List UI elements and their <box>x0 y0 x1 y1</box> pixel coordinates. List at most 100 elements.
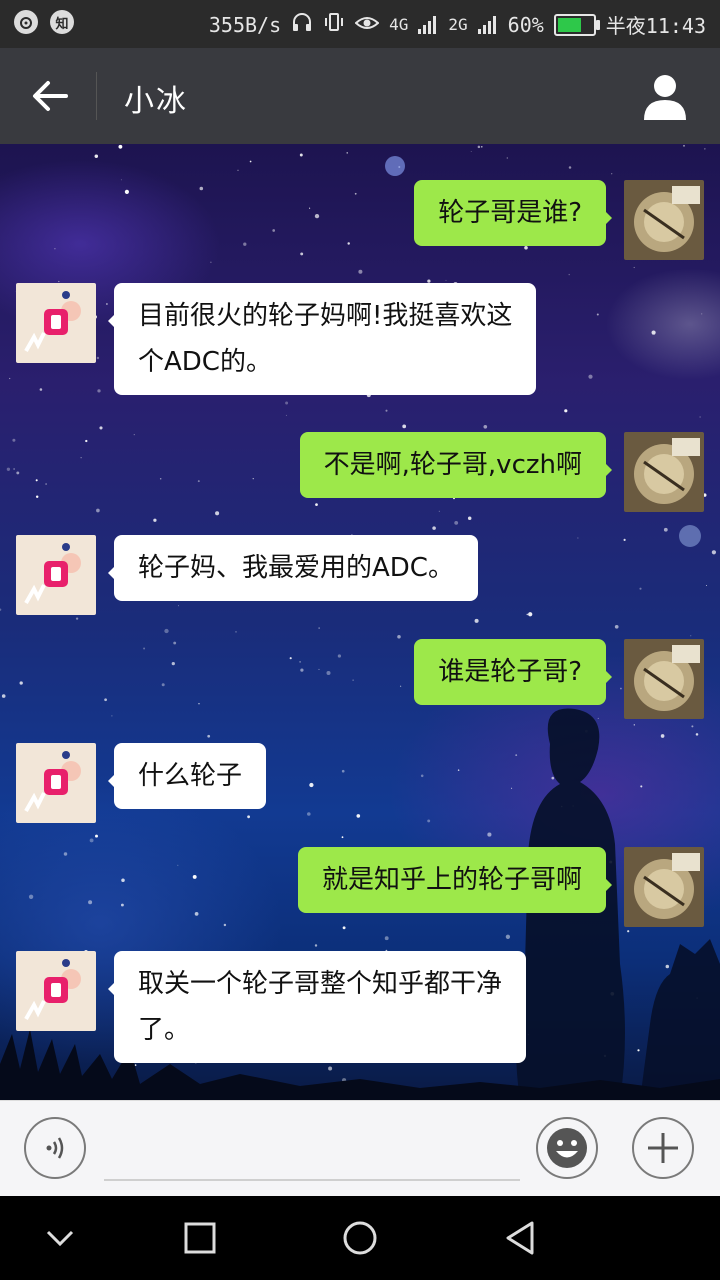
star <box>341 769 345 773</box>
chat-bubble-bot[interactable]: 轮子妈、我最爱用的ADC。 <box>108 535 478 601</box>
nav-back-button[interactable] <box>500 1218 540 1258</box>
star <box>153 518 157 522</box>
chat-bubble-bot[interactable]: 目前很火的轮子妈啊!我挺喜欢这 个ADC的。 <box>107 283 537 395</box>
nav-collapse-button[interactable] <box>40 1218 80 1258</box>
star <box>0 608 2 611</box>
star <box>384 936 389 941</box>
star <box>95 834 98 838</box>
star <box>35 479 38 482</box>
nav-home-button[interactable] <box>340 1218 380 1258</box>
star <box>354 192 357 195</box>
star <box>347 242 350 245</box>
triangle-back-icon <box>506 1221 534 1255</box>
star <box>445 279 447 281</box>
status-bar: 知 355B/s 4G 2G 60% 半夜11:43 <box>0 0 720 48</box>
star <box>318 668 320 670</box>
star <box>477 145 481 149</box>
chat-bubble-bot[interactable]: 取关一个轮子哥整个知乎都干净 了。 <box>107 951 527 1063</box>
star <box>420 774 424 778</box>
chat-bubble-bot[interactable]: 什么轮子 <box>107 743 267 809</box>
my-avatar[interactable] <box>624 639 704 719</box>
my-avatar[interactable] <box>624 847 704 927</box>
star <box>639 587 642 590</box>
chat-bubble-me[interactable]: 谁是轮子哥? <box>414 639 612 705</box>
star <box>470 150 472 152</box>
bot-avatar[interactable] <box>16 743 96 823</box>
star <box>104 698 107 702</box>
chat-bubble-me[interactable]: 轮子哥是谁? <box>414 180 612 246</box>
bot-avatar[interactable] <box>16 283 96 363</box>
star <box>192 874 197 879</box>
chevron-down-icon <box>46 1230 74 1247</box>
input-underline <box>104 1179 520 1181</box>
emoji-button[interactable] <box>536 1117 598 1179</box>
smiley-icon <box>547 1128 587 1168</box>
star <box>314 944 318 947</box>
battery-icon <box>553 13 600 36</box>
star <box>397 635 401 639</box>
signal-2g-label: 2G <box>448 15 468 34</box>
star <box>249 160 252 163</box>
star <box>45 483 47 485</box>
star <box>309 782 314 788</box>
star <box>564 409 568 413</box>
chat-bubble-me[interactable]: 就是知乎上的轮子哥啊 <box>297 847 613 913</box>
star <box>13 468 15 470</box>
star <box>528 612 533 617</box>
eye-icon <box>354 13 380 37</box>
add-more-button[interactable] <box>632 1117 694 1179</box>
bot-avatar[interactable] <box>16 951 96 1031</box>
net-speed: 355B/s <box>208 12 282 37</box>
star <box>309 207 311 209</box>
message-row-bot: 目前很火的轮子妈啊!我挺喜欢这 个ADC的。 <box>16 283 537 395</box>
star <box>177 864 179 866</box>
star <box>300 668 304 672</box>
voice-icon <box>46 1137 64 1159</box>
star <box>300 252 304 256</box>
star <box>1 694 6 698</box>
message-row-me: 谁是轮子哥? <box>414 639 704 719</box>
star <box>88 900 93 905</box>
star <box>12 438 16 442</box>
square-icon <box>184 1222 216 1254</box>
vibrate-icon <box>323 12 345 37</box>
star <box>568 273 570 276</box>
star <box>252 478 254 480</box>
star <box>285 401 289 405</box>
star <box>651 330 656 335</box>
input-bar <box>0 1100 720 1197</box>
clock: 半夜11:43 <box>605 14 706 38</box>
star <box>399 685 402 687</box>
star <box>171 661 175 666</box>
star <box>704 148 706 150</box>
star <box>99 426 103 430</box>
my-avatar[interactable] <box>624 432 704 512</box>
back-arrow-icon[interactable] <box>28 74 72 118</box>
star <box>614 624 619 629</box>
my-avatar[interactable] <box>624 180 704 260</box>
star <box>683 144 685 147</box>
star <box>210 261 212 263</box>
bot-avatar[interactable] <box>16 535 96 615</box>
star <box>197 480 200 483</box>
star <box>352 679 354 681</box>
star <box>299 661 301 663</box>
chat-bubble-me[interactable]: 不是啊,轮子哥,vczh啊 <box>299 432 613 498</box>
star <box>457 769 460 771</box>
voice-input-button[interactable] <box>24 1117 86 1179</box>
star <box>326 670 331 676</box>
star <box>427 819 431 823</box>
star <box>9 377 11 380</box>
star <box>690 635 692 637</box>
star <box>75 617 79 620</box>
message-input[interactable] <box>104 1121 524 1177</box>
star <box>272 229 276 232</box>
nav-recents-button[interactable] <box>180 1218 220 1258</box>
star <box>318 627 320 629</box>
star <box>121 878 125 882</box>
star <box>63 852 68 856</box>
system-nav-bar <box>0 1196 720 1280</box>
profile-icon[interactable] <box>642 70 688 122</box>
chat-area[interactable]: 轮子哥是谁? 目前很火的轮子妈啊!我挺喜欢这 个ADC的。 不是啊,轮子哥,vc… <box>0 144 720 1100</box>
chat-title: 小冰 <box>124 84 188 119</box>
